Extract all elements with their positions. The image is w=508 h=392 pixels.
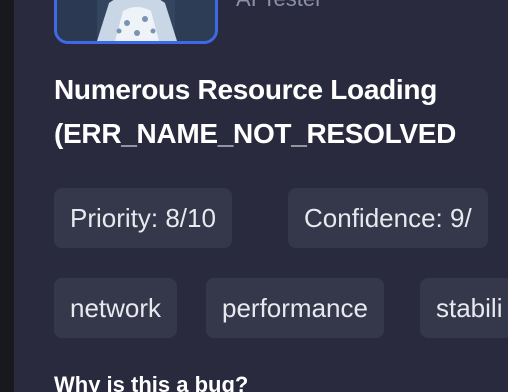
priority-badge: Priority: 8/10: [54, 188, 232, 248]
tag-stability[interactable]: stabili: [420, 278, 508, 338]
why-bug-heading: Why is this a bug?: [54, 372, 249, 392]
bug-title: Numerous Resource Loading (ERR_NAME_NOT_…: [54, 68, 508, 156]
bug-detail-panel: AI Tester Numerous Resource Loading (ERR…: [14, 0, 508, 392]
bug-title-line-1: Numerous Resource Loading: [54, 74, 438, 105]
tag-performance[interactable]: performance: [206, 278, 384, 338]
avatar-photo: [57, 0, 215, 41]
tag-network[interactable]: network: [54, 278, 178, 338]
left-rail: [0, 0, 14, 392]
confidence-badge: Confidence: 9/: [288, 188, 488, 248]
reporter-role: AI Tester: [236, 0, 322, 12]
bug-title-line-2: (ERR_NAME_NOT_RESOLVED: [54, 118, 457, 149]
avatar: [54, 0, 218, 44]
